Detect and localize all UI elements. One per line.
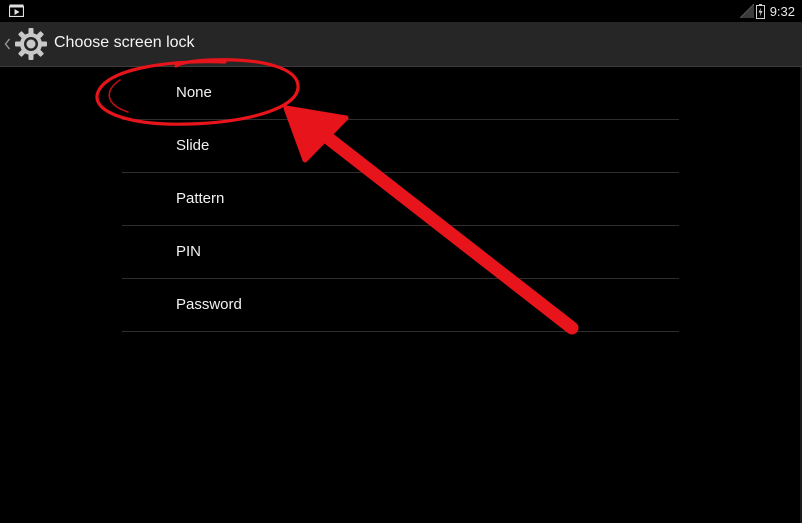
status-clock: 9:32 xyxy=(769,3,795,19)
media-notification-icon xyxy=(9,4,24,17)
signal-icon xyxy=(739,4,754,18)
lock-option-pin[interactable]: PIN xyxy=(122,226,679,279)
settings-gear-icon[interactable] xyxy=(13,26,49,62)
lock-option-slide[interactable]: Slide xyxy=(122,120,679,173)
lock-option-label: Pattern xyxy=(176,190,225,207)
lock-option-none[interactable]: None xyxy=(122,67,679,120)
lock-option-label: None xyxy=(176,84,212,101)
lock-option-label: Password xyxy=(176,296,242,313)
screen-lock-options-list: None Slide Pattern PIN Password xyxy=(122,67,679,332)
chevron-left-icon[interactable] xyxy=(4,38,11,50)
lock-option-label: Slide xyxy=(176,137,210,154)
action-bar[interactable]: Choose screen lock xyxy=(0,22,802,67)
status-bar: 9:32 xyxy=(0,0,802,22)
lock-option-pattern[interactable]: Pattern xyxy=(122,173,679,226)
page-title: Choose screen lock xyxy=(54,34,195,51)
lock-option-label: PIN xyxy=(176,243,202,260)
lock-option-password[interactable]: Password xyxy=(122,279,679,332)
status-indicators: 9:32 xyxy=(739,0,802,22)
battery-icon xyxy=(755,3,765,19)
